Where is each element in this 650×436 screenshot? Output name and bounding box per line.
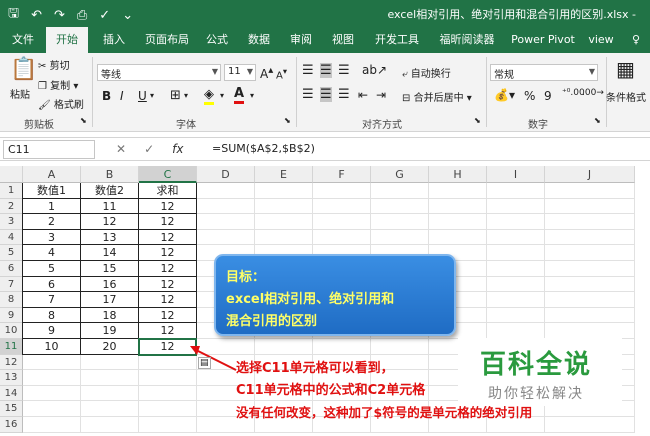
watermark-slogan: 助你轻松解决 [488, 386, 584, 402]
annotation-line-1: 选择C11单元格可以看到， [236, 361, 394, 376]
watermark-logo: 百科全说 助你轻松解决 [458, 338, 622, 406]
watermark-brand: 百科全说 [480, 350, 593, 380]
paste-options-icon[interactable]: ▤ [198, 357, 211, 369]
annotation-line-2: C11单元格中的公式和C2单元格 [236, 383, 426, 398]
